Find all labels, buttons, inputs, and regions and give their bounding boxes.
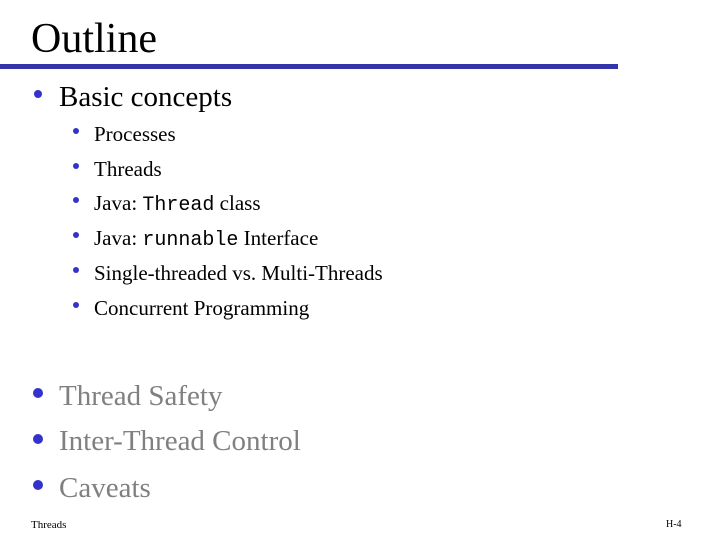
bullet-icon (73, 163, 79, 169)
sub-item-suffix: class (214, 191, 261, 215)
bullet-icon (34, 90, 42, 98)
bullet-icon (73, 267, 79, 273)
bullet-icon (33, 480, 43, 490)
page-number: H-4 (666, 519, 682, 530)
sub-item-processes: Processes (94, 122, 176, 146)
bullet-icon (73, 128, 79, 134)
footer-title: Threads (31, 519, 67, 531)
title-underline (0, 64, 618, 69)
bullet-icon (73, 232, 79, 238)
outline-item-inter-thread-control: Inter-Thread Control (59, 425, 301, 457)
sub-item-prefix: Java: (94, 226, 143, 250)
sub-item-java-thread-class: Java: Thread class (94, 190, 261, 219)
bullet-icon (33, 434, 43, 444)
slide-title: Outline (31, 16, 157, 62)
code-term: runnable (142, 229, 239, 252)
sub-item-concurrent-programming: Concurrent Programming (94, 296, 310, 320)
sub-item-suffix: Interface (238, 226, 319, 250)
sub-item-threads: Threads (94, 157, 162, 181)
bullet-icon (73, 302, 79, 308)
outline-item-basic-concepts: Basic concepts (59, 81, 233, 113)
bullet-icon (73, 197, 79, 203)
outline-item-thread-safety: Thread Safety (59, 380, 223, 412)
outline-item-caveats: Caveats (59, 472, 151, 504)
bullet-icon (33, 388, 43, 398)
sub-item-java-runnable-interface: Java: runnable Interface (94, 225, 318, 254)
code-term: Thread (142, 194, 215, 217)
sub-item-single-vs-multi: Single-threaded vs. Multi-Threads (94, 261, 383, 285)
sub-item-prefix: Java: (94, 191, 143, 215)
